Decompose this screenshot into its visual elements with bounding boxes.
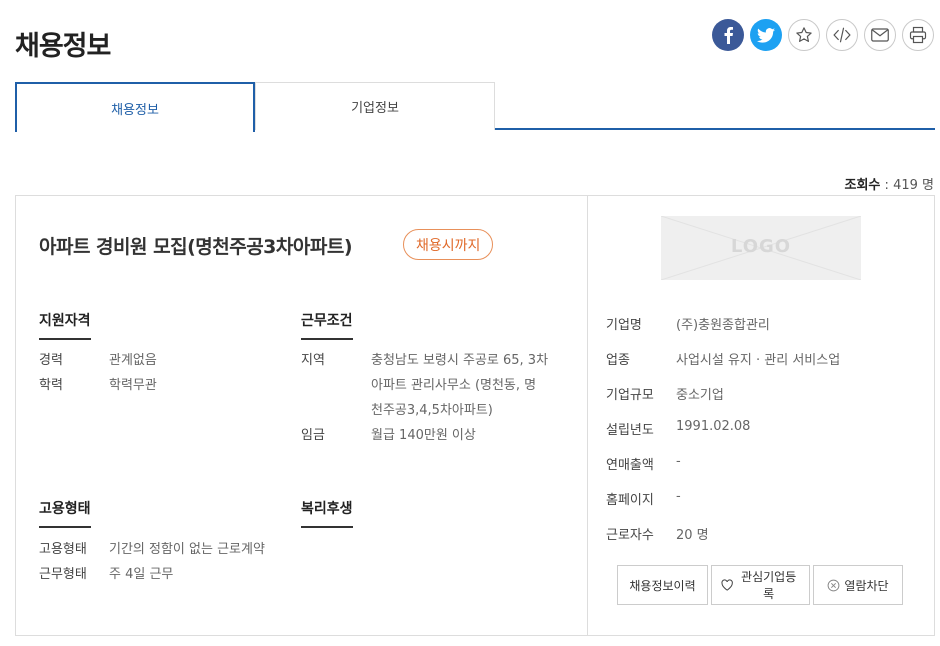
row-value: 월급 140만원 이상 [371, 428, 476, 443]
section-heading-welfare: 복리후생 [301, 498, 353, 528]
row-key: 홈페이지 [606, 493, 654, 508]
row-value: 1991.02.08 [676, 419, 751, 434]
page-title: 채용정보 [15, 31, 111, 62]
row-value: 기간의 정함이 없는 근로계약 [109, 542, 265, 557]
button-label: 관심기업등록 [741, 570, 797, 601]
company-logo: LOGO [661, 216, 861, 280]
row-value: (주)충원종합관리 [676, 318, 770, 333]
twitter-icon [757, 27, 775, 43]
row-key: 기업규모 [606, 388, 654, 403]
embed-code-button[interactable] [826, 19, 858, 51]
row-key: 임금 [301, 428, 325, 443]
info-row: 경력 관계없음 [39, 348, 157, 373]
company-row: 기업규모 중소기업 [606, 384, 724, 403]
address-line: 충청남도 보령시 주공로 65, 3차 [371, 353, 549, 368]
facebook-icon [724, 27, 733, 44]
row-value: 20 명 [676, 528, 709, 543]
row-key: 지역 [301, 353, 325, 368]
address-line: 아파트 관리사무소 (명천동, 명 [371, 378, 537, 393]
job-title: 아파트 경비원 모집(명천주공3차아파트) [39, 236, 353, 258]
row-key: 근로자수 [606, 528, 654, 543]
section-heading-employment: 고용형태 [39, 498, 91, 528]
tab-label: 기업정보 [351, 101, 399, 116]
row-value: 중소기업 [676, 388, 724, 403]
company-row: 근로자수 20 명 [606, 524, 709, 543]
card-divider [587, 196, 588, 635]
row-value: 주 4일 근무 [109, 567, 174, 582]
address-line: 천주공3,4,5차아파트) [371, 403, 493, 418]
tab-company-info[interactable]: 기업정보 [255, 82, 495, 130]
row-key: 설립년도 [606, 423, 654, 438]
print-button[interactable] [902, 19, 934, 51]
section-heading-conditions: 근무조건 [301, 310, 353, 340]
row-value: - [676, 454, 681, 469]
row-key: 연매출액 [606, 458, 654, 473]
bookmark-button[interactable] [788, 19, 820, 51]
row-value: - [676, 489, 681, 504]
company-row: 설립년도 1991.02.08 [606, 419, 750, 438]
block-view-button[interactable]: 열람차단 [813, 565, 903, 605]
view-count-value: 419 [893, 178, 918, 193]
tab-bar: 기업정보 채용정보 [15, 82, 935, 132]
row-value: 사업시설 유지 · 관리 서비스업 [676, 353, 841, 368]
star-icon [796, 27, 812, 42]
company-row: 기업명 (주)충원종합관리 [606, 314, 770, 333]
job-card: 아파트 경비원 모집(명천주공3차아파트) 채용시까지 지원자격 경력 관계없음… [15, 195, 935, 636]
view-count: 조회수 : 419 명 [844, 178, 934, 193]
info-row: 근무형태 주 4일 근무 [39, 562, 173, 587]
row-key: 경력 [39, 353, 63, 368]
row-key: 학력 [39, 378, 63, 393]
row-key: 업종 [606, 353, 630, 368]
twitter-share-button[interactable] [750, 19, 782, 51]
deadline-badge: 채용시까지 [403, 229, 494, 260]
facebook-share-button[interactable] [712, 19, 744, 51]
info-row: 학력 학력무관 [39, 373, 157, 398]
share-toolbar [712, 19, 934, 51]
section-heading-qualification: 지원자격 [39, 310, 91, 340]
view-count-unit: 명 [922, 178, 934, 193]
view-count-label: 조회수 [844, 178, 881, 193]
tab-job-info[interactable]: 채용정보 [15, 82, 255, 132]
add-interest-company-button[interactable]: 관심기업등록 [711, 565, 810, 605]
info-row: 임금 월급 140만원 이상 [301, 423, 476, 448]
email-share-button[interactable] [864, 19, 896, 51]
info-row: 지역 충청남도 보령시 주공로 65, 3차 아파트 관리사무소 (명천동, 명… [301, 348, 548, 423]
row-key: 고용형태 [39, 542, 87, 557]
info-row: 고용형태 기간의 정함이 없는 근로계약 [39, 537, 265, 562]
mail-icon [871, 28, 889, 42]
button-label: 열람차단 [844, 578, 889, 593]
logo-text: LOGO [730, 236, 792, 257]
block-icon [828, 579, 840, 591]
company-row: 연매출액 - [606, 454, 681, 473]
row-key: 기업명 [606, 318, 642, 333]
company-actions: 채용정보이력 관심기업등록 열람차단 [617, 565, 903, 605]
row-value: 관계없음 [109, 353, 157, 368]
print-icon [909, 26, 927, 44]
code-icon [833, 27, 851, 43]
company-row: 홈페이지 - [606, 489, 681, 508]
row-value: 학력무관 [109, 378, 157, 393]
company-row: 업종 사업시설 유지 · 관리 서비스업 [606, 349, 840, 368]
row-value-multiline: 충청남도 보령시 주공로 65, 3차 아파트 관리사무소 (명천동, 명 천주… [371, 348, 548, 423]
row-key: 근무형태 [39, 567, 87, 582]
button-label: 채용정보이력 [629, 578, 696, 593]
heart-icon [721, 579, 733, 591]
job-history-button[interactable]: 채용정보이력 [617, 565, 708, 605]
tab-label: 채용정보 [111, 102, 159, 118]
